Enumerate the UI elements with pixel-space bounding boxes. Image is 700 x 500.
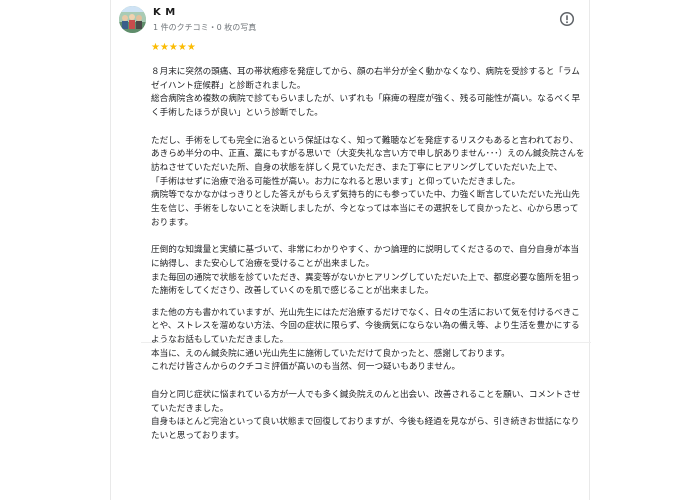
review-paragraph: 圧倒的な知識量と実績に基づいて、非常にわかりやすく、かつ論理的に説明してくださる…	[151, 245, 580, 297]
group-photo-icon	[119, 6, 146, 33]
review-paragraph: ８月末に突然の頭痛、耳の帯状疱疹を発症してから、顔の右半分が全く動かなくなり、病…	[151, 67, 581, 119]
review-text: ８月末に突然の頭痛、耳の帯状疱疹を発症してから、顔の右半分が全く動かなくなり、病…	[151, 66, 586, 457]
review-paragraph: また他の方も書かれていますが、光山先生にはただ治療するだけでなく、日々の生活にお…	[151, 307, 580, 373]
reviewer-name[interactable]: K M	[153, 7, 176, 18]
more-vert-icon	[559, 11, 575, 27]
avatar[interactable]	[119, 6, 146, 33]
reviewer-meta: 1 件のクチコミ・0 枚の写真	[153, 23, 257, 32]
review-paragraph: 自分と同じ症状に悩まれている方が一人でも多く鍼灸院えのんと出会い、改善されること…	[151, 389, 581, 441]
review-card: K M 1 件のクチコミ・0 枚の写真 ★★★★★ ８月末に突然の頭痛、耳の帯状…	[110, 0, 591, 500]
more-options-button[interactable]	[559, 11, 575, 27]
star-rating: ★★★★★	[151, 42, 196, 53]
review-paragraph: ただし、手術をしても完全に治るという保証はなく、知って難聴などを発症するリスクも…	[151, 135, 585, 228]
